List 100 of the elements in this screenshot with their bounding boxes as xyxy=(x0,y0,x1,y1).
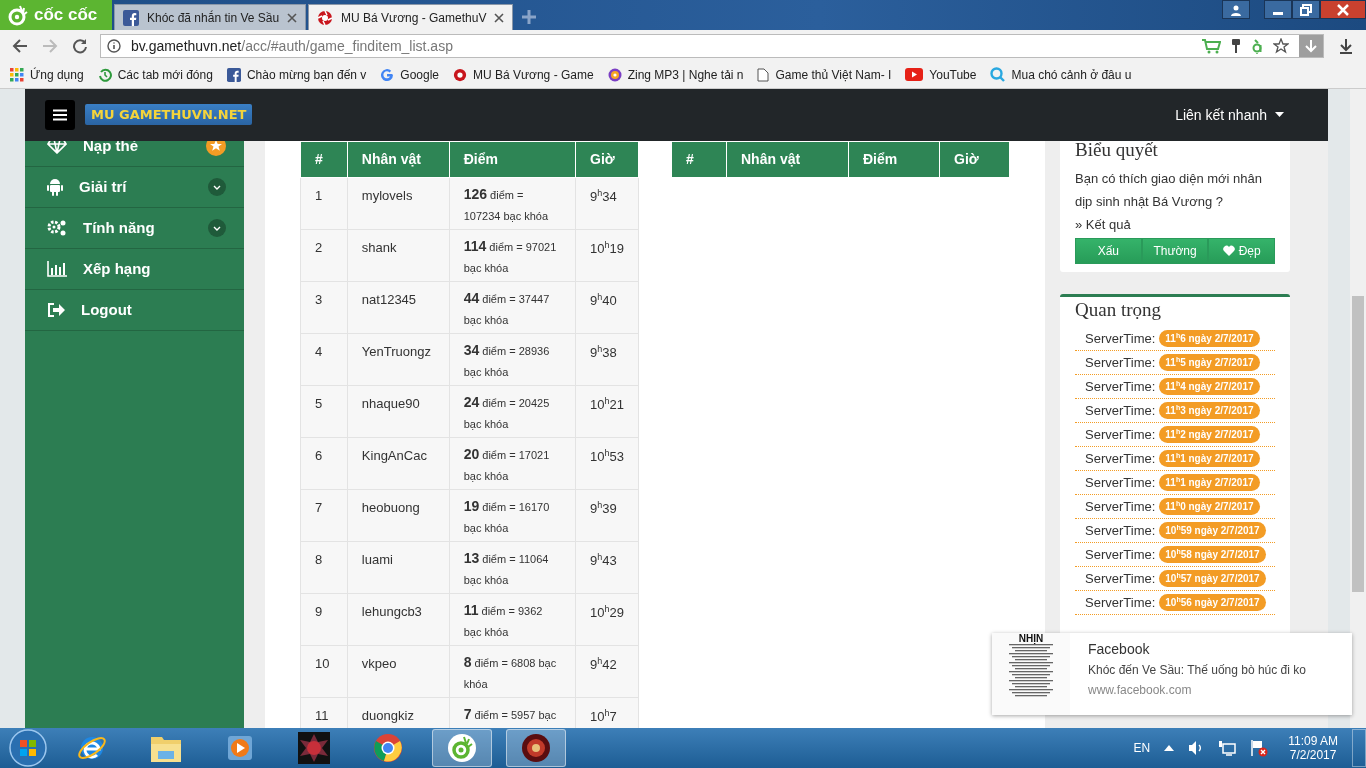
table-cell: 24 điểm = 20425 bạc khóa xyxy=(449,385,576,438)
table-cell: 10$^{h}$53 xyxy=(575,437,639,490)
disc-icon xyxy=(607,67,622,82)
table-cell: mylovels xyxy=(347,177,450,230)
entry-label: ServerTime: xyxy=(1085,594,1156,610)
column-header: Nhân vật xyxy=(347,141,450,178)
close-icon[interactable] xyxy=(287,12,298,23)
sidebar-item[interactable]: Giải trí xyxy=(25,166,244,208)
sidebar-item[interactable]: Nạp thẻ xyxy=(25,140,244,167)
play-icon xyxy=(226,734,254,762)
taskbar-app[interactable] xyxy=(432,729,492,767)
sidebar-item[interactable]: Tính năng xyxy=(25,207,244,249)
card-title: Biểu quyết xyxy=(1075,140,1159,161)
table-cell: nhaque90 xyxy=(347,385,450,438)
notification-popup[interactable]: NHỊN Facebook Khóc đến Ve Sầu: Thế uống bò húc đi ko www.facebook.com xyxy=(992,632,1352,715)
network-icon[interactable] xyxy=(1218,740,1237,756)
time-badge: 10$^{h}$58 ngày 2/7/2017 xyxy=(1159,546,1266,563)
entry-label: ServerTime: xyxy=(1085,570,1156,586)
flag-icon[interactable] xyxy=(1250,739,1269,757)
new-tab-icon[interactable] xyxy=(521,9,538,25)
bookmark[interactable]: Mua chó cảnh ở đâu u xyxy=(990,67,1132,83)
table-cell: 9$^{h}$34 xyxy=(575,177,639,230)
time-badge: 11$^{h}$0 ngày 2/7/2017 xyxy=(1159,498,1260,515)
start-button[interactable] xyxy=(8,728,48,768)
table-cell: 10$^{h}$21 xyxy=(575,385,639,438)
entry-label: ServerTime: xyxy=(1085,378,1156,394)
clock[interactable]: 11:09 AM 7/2/2017 xyxy=(1288,734,1338,762)
quick-links-menu[interactable]: Liên kết nhanh xyxy=(1175,106,1284,123)
taskbar-app[interactable] xyxy=(506,729,566,767)
table-cell: 7 điểm = 5957 bạc xyxy=(449,697,576,728)
play-icon xyxy=(905,68,924,82)
tab-title: MU Bá Vương - GamethuV xyxy=(341,10,487,25)
poll-question: Bạn có thích giao diện mới nhân dịp sinh nhật Bá Vương ? » Kết quả xyxy=(1075,169,1264,234)
table-cell: 13 điểm = 11064 bạc khóa xyxy=(449,541,576,594)
accent-icon[interactable] xyxy=(1251,37,1263,54)
download-icon[interactable] xyxy=(1338,37,1354,54)
table-cell: shank xyxy=(347,229,450,282)
bookmark[interactable]: YouTube xyxy=(905,67,977,82)
table-cell: 9$^{h}$39 xyxy=(575,489,639,542)
download-button[interactable] xyxy=(1299,34,1323,57)
address-bar[interactable]: bv.gamethuvn.net/acc/#auth/game_finditem_list.asp xyxy=(100,33,1324,58)
minimize-button[interactable] xyxy=(1264,0,1292,19)
bookmark[interactable]: Chào mừng bạn đến v xyxy=(226,67,367,82)
bookmark[interactable]: Các tab mới đóng xyxy=(97,67,213,82)
menu-button[interactable] xyxy=(45,99,75,130)
browser-tab[interactable]: MU Bá Vương - GamethuV xyxy=(308,4,514,30)
table-cell: 8 xyxy=(300,541,348,594)
entry-label: ServerTime: xyxy=(1085,402,1156,418)
bookmark[interactable]: Ứng dụng xyxy=(10,67,84,82)
table-cell: 9 xyxy=(300,593,348,646)
bookmark[interactable]: MU Bá Vương - Game xyxy=(453,67,594,82)
reload-icon[interactable] xyxy=(72,37,88,54)
time-badge: 11$^{h}$3 ngày 2/7/2017 xyxy=(1159,402,1260,419)
browser-tab[interactable]: Khóc đã nhắn tin Ve Sầu xyxy=(114,4,307,30)
swirl-icon xyxy=(317,9,334,26)
person-icon xyxy=(1230,3,1242,16)
cart-icon[interactable] xyxy=(1201,37,1221,54)
heart-icon xyxy=(1222,245,1235,257)
table-cell: 9$^{h}$38 xyxy=(575,333,639,386)
entry-label: ServerTime: xyxy=(1085,498,1156,514)
key-icon[interactable] xyxy=(1231,37,1241,54)
table-cell: 10$^{h}$19 xyxy=(575,229,639,282)
close-button[interactable] xyxy=(1320,0,1366,19)
notification-message: Khóc đến Ve Sầu: Thế uống bò húc đi ko xyxy=(1088,662,1306,677)
show-desktop-button[interactable] xyxy=(1352,729,1366,767)
bookmark[interactable]: Game thủ Việt Nam- I xyxy=(757,67,892,82)
time-badge: 11$^{h}$4 ngày 2/7/2017 xyxy=(1159,378,1260,395)
profile-button[interactable] xyxy=(1222,0,1250,19)
table-cell: vkpeo xyxy=(347,645,450,698)
table-cell: 34 điểm = 28936 bạc khóa xyxy=(449,333,576,386)
message-thumbnail: NHỊN xyxy=(992,632,1070,715)
maximize-button[interactable] xyxy=(1292,0,1320,19)
game-emblem-icon xyxy=(521,733,551,763)
scrollbar[interactable] xyxy=(1350,88,1366,728)
language-indicator[interactable]: EN xyxy=(1133,741,1151,755)
card-title: Quan trọng xyxy=(1075,298,1162,321)
menu-icon xyxy=(53,108,67,121)
g-icon xyxy=(380,67,395,82)
star-icon[interactable] xyxy=(1273,37,1289,54)
tab-title: Khóc đã nhắn tin Ve Sầu xyxy=(147,10,280,25)
table-cell: lehungcb3 xyxy=(347,593,450,646)
column-header: # xyxy=(300,141,348,178)
table-cell: 6 xyxy=(300,437,348,490)
table-cell: 126 điểm = 107234 bạc khóa xyxy=(449,177,576,230)
results-link[interactable]: » Kết quả xyxy=(1075,216,1131,232)
back-icon[interactable] xyxy=(12,37,28,54)
logo-icon xyxy=(6,4,28,26)
show-hidden-icon[interactable] xyxy=(1164,745,1175,751)
table-cell: 11 điểm = 9362 bạc khóa xyxy=(449,593,576,646)
history-icon xyxy=(97,67,112,82)
close-icon[interactable] xyxy=(494,12,505,23)
bookmark[interactable]: Zing MP3 | Nghe tải n xyxy=(607,67,744,82)
caret-icon xyxy=(1275,112,1284,118)
bookmark[interactable]: Google xyxy=(380,67,440,82)
column-header: Giờ xyxy=(939,141,1010,178)
table-cell: 8 điểm = 6808 bạc khóa xyxy=(449,645,576,698)
entry-label: ServerTime: xyxy=(1085,450,1156,466)
entry-label: ServerTime: xyxy=(1085,354,1156,370)
table-cell: 11 xyxy=(300,697,348,728)
diamond-icon xyxy=(47,140,67,154)
